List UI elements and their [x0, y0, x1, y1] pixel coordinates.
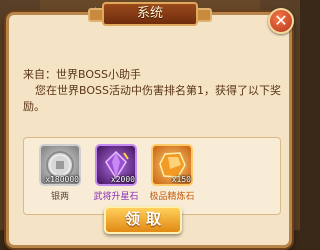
mail-body: 您在世界BOSS活动中伤害排名第1，获得了以下奖励。	[23, 84, 281, 113]
mail-message: 来自：世界BOSS小助手 您在世界BOSS活动中伤害排名第1，获得了以下奖励。	[23, 67, 281, 115]
mail-sender: 来自：世界BOSS小助手	[23, 68, 141, 81]
reward-name: 极品精炼石	[149, 192, 195, 202]
reward-item-star-stone[interactable]: x2000 武将升星石	[90, 144, 142, 202]
dialog-title: 系统	[102, 2, 198, 26]
orange-refine-stone-icon: x150	[151, 144, 193, 186]
reward-name: 银两	[50, 192, 69, 202]
reward-item-refine-stone[interactable]: x150 极品精炼石	[146, 144, 198, 202]
reward-count: x2000	[110, 175, 135, 184]
reward-panel: x180000 银两 x2000 武将升星石 x150 极品精炼石	[23, 137, 281, 215]
reward-count: x150	[171, 175, 191, 184]
purple-star-stone-icon: x2000	[95, 144, 137, 186]
claim-button[interactable]: 领取	[104, 206, 182, 234]
reward-name: 武将升星石	[93, 192, 139, 202]
reward-count: x180000	[45, 175, 79, 184]
reward-item-silver[interactable]: x180000 银两	[34, 144, 86, 202]
close-button[interactable]: ✕	[268, 8, 294, 34]
silver-coin-icon: x180000	[39, 144, 81, 186]
